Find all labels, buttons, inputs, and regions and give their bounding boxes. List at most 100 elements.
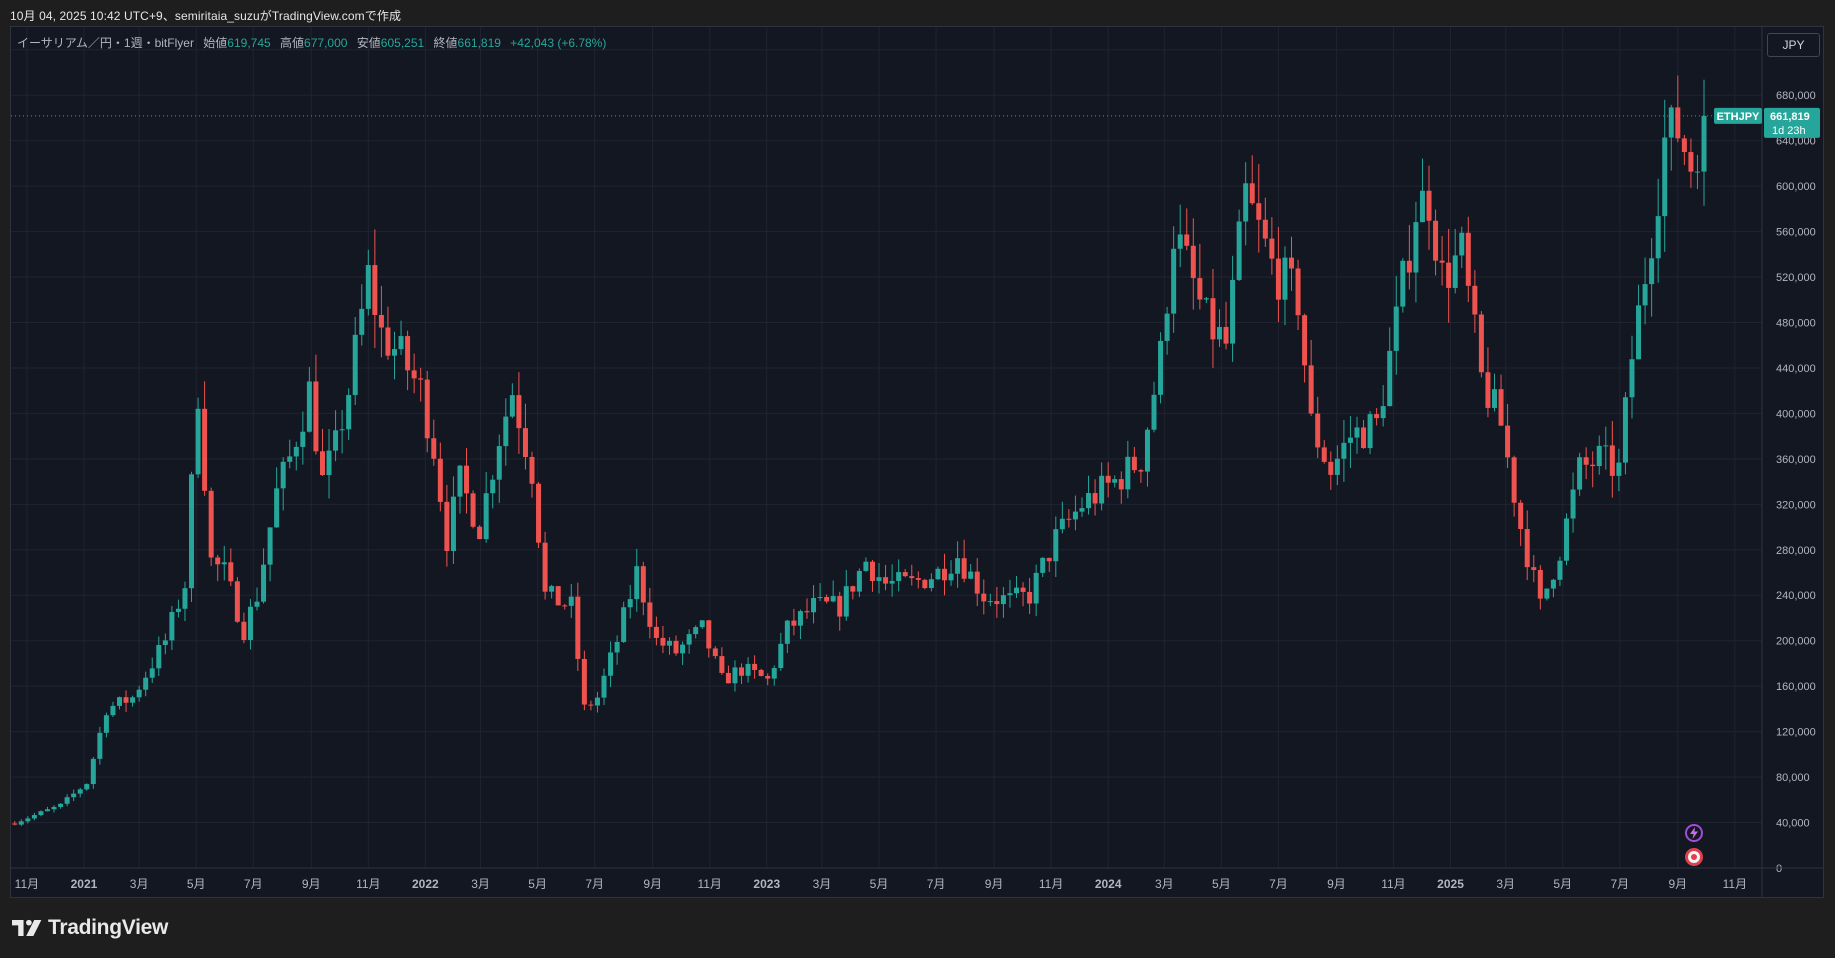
symbol-description[interactable]: イーサリアム／円・1週・bitFlyer — [17, 36, 194, 50]
candle-body — [1328, 461, 1334, 475]
candle-up — [1564, 513, 1570, 566]
candle-body — [1236, 221, 1242, 280]
candle-up — [71, 789, 77, 802]
candle-body — [1590, 464, 1596, 467]
candle-up — [1203, 296, 1209, 304]
time-tick-label: 11月 — [356, 877, 380, 891]
candle-body — [189, 474, 195, 589]
time-tick-label: 2022 — [412, 877, 439, 891]
candle-body — [1406, 260, 1412, 273]
candle-body — [77, 789, 83, 794]
price-tick-label: 360,000 — [1776, 454, 1816, 466]
price-tick-label: 0 — [1776, 863, 1782, 875]
candle-body — [640, 566, 646, 603]
candle-body — [1622, 397, 1628, 463]
candle-body — [909, 576, 915, 579]
price-tick-label: 320,000 — [1776, 499, 1816, 511]
candle-body — [784, 620, 790, 644]
candle-down — [1184, 208, 1190, 251]
candle-body — [156, 645, 162, 669]
candle-up — [797, 609, 803, 640]
candle-body — [1256, 203, 1262, 220]
candle-body — [110, 705, 116, 716]
candle-up — [1544, 588, 1550, 601]
record-icon[interactable] — [1685, 848, 1703, 866]
candle-down — [1138, 468, 1144, 483]
candle-down — [712, 646, 718, 659]
candlestick-chart[interactable]: 0 40,000 80,000 120,000 160,000 200,000 240,00… — [0, 0, 1835, 958]
candle-body — [437, 458, 443, 502]
candle-down — [1249, 155, 1255, 206]
currency-button[interactable]: JPY — [1767, 33, 1820, 57]
time-tick-label: 9月 — [643, 877, 662, 891]
candle-body — [313, 381, 319, 452]
candle-body — [1668, 107, 1674, 138]
candle-body — [1675, 107, 1681, 139]
candle-down — [1321, 440, 1327, 464]
candle-body — [503, 416, 509, 447]
candle-up — [1040, 557, 1046, 577]
candle-body — [261, 564, 267, 602]
candle-down — [1262, 197, 1268, 247]
candle-up — [333, 410, 339, 462]
time-tick-label: 7月 — [1269, 877, 1288, 891]
candle-body — [981, 593, 987, 602]
price-axis[interactable]: 0 40,000 80,000 120,000 160,000 200,000 240,00… — [1761, 27, 1816, 898]
candle-down — [869, 559, 875, 592]
time-tick-label: 11月 — [15, 877, 39, 891]
candle-body — [614, 641, 620, 653]
candle-up — [84, 783, 90, 791]
candle-down — [1590, 451, 1596, 488]
price-tick-label: 160,000 — [1776, 681, 1816, 693]
candle-body — [490, 479, 496, 494]
candle-down — [372, 229, 378, 348]
candle-body — [575, 596, 581, 659]
candle-body — [1138, 470, 1144, 472]
candle-body — [1393, 306, 1399, 351]
candle-down — [385, 306, 391, 360]
last-price-tag: ETHJPY 661,819 1d 23h — [1714, 107, 1820, 138]
candle-body — [588, 704, 594, 706]
time-axis[interactable]: 11月 2021 3月 5月 7月 9月 11月 2022 3月 5月 7月 9月 11月 2023 3月 5… — [11, 867, 1823, 891]
candle-up — [130, 695, 136, 707]
tradingview-brand[interactable]: TradingView — [12, 916, 168, 940]
candle-down — [1433, 209, 1439, 276]
candle-up — [830, 580, 836, 603]
candle-body — [824, 597, 830, 602]
candle-body — [778, 643, 784, 669]
candle-body — [84, 784, 90, 790]
candle-down — [1511, 455, 1517, 517]
candle-body — [1269, 238, 1275, 259]
candle-body — [1289, 257, 1295, 269]
change-value: +42,043 (+6.78%) — [510, 36, 607, 50]
candle-up — [31, 812, 37, 821]
candle-body — [71, 793, 77, 798]
candle-up — [38, 810, 44, 817]
candle-body — [293, 446, 299, 457]
candle-body — [228, 562, 234, 582]
price-tick-label: 480,000 — [1776, 317, 1816, 329]
candle-body — [202, 408, 208, 491]
candle-body — [1570, 489, 1576, 519]
candle-down — [1295, 259, 1301, 331]
candle-up — [503, 398, 509, 466]
candle-up — [745, 657, 751, 683]
candle-body — [1498, 389, 1504, 426]
candle-up — [1033, 564, 1039, 617]
candle-body — [608, 652, 614, 676]
time-tick-label: 11月 — [1039, 877, 1063, 891]
candle-body — [1609, 445, 1615, 476]
candle-down — [915, 571, 921, 589]
candle-up — [267, 527, 273, 582]
candle-body — [123, 697, 129, 703]
candle-up — [811, 585, 817, 624]
candle-up — [1354, 416, 1360, 454]
candle-body — [1577, 457, 1583, 490]
candle-body — [1564, 518, 1570, 561]
time-tick-label: 2025 — [1437, 877, 1464, 891]
time-tick-label: 7月 — [1610, 877, 1629, 891]
candle-body — [673, 640, 679, 654]
lightning-icon[interactable] — [1685, 824, 1703, 842]
candle-body — [254, 601, 260, 607]
price-tick-label: 440,000 — [1776, 363, 1816, 375]
